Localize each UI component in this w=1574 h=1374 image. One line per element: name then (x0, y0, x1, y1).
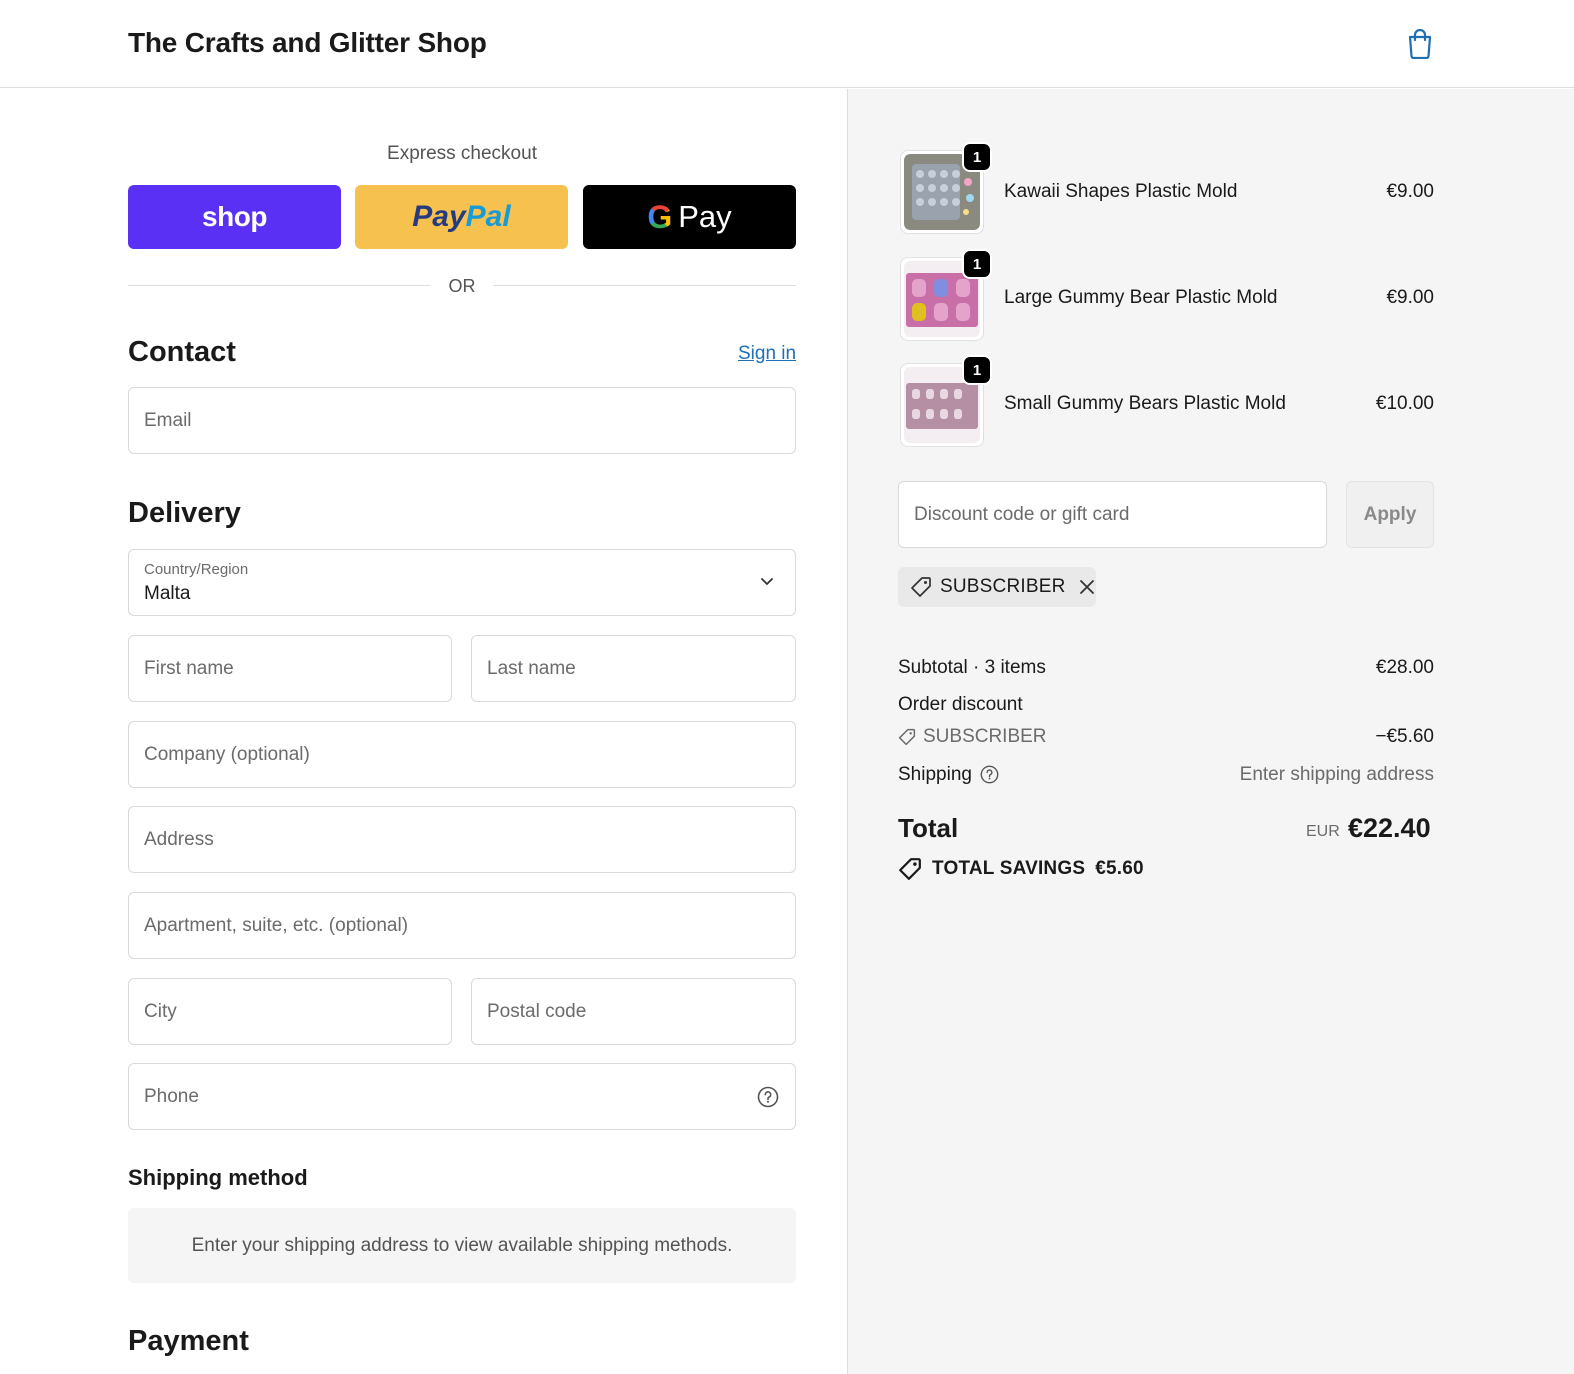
shop-name[interactable]: The Crafts and Glitter Shop (128, 27, 487, 59)
delivery-title: Delivery (128, 497, 241, 529)
subtotal-value: €28.00 (1375, 657, 1434, 678)
city-placeholder: City (144, 1001, 177, 1022)
summary-discount-code: SUBSCRIBER (923, 726, 1047, 747)
item-name: Small Gummy Bears Plastic Mold (1004, 393, 1286, 414)
order-discount-row: Order discount (898, 694, 1434, 716)
last-name-placeholder: Last name (487, 658, 576, 679)
quantity-badge: 1 (962, 249, 992, 279)
paypal-label-part2: Pal (465, 200, 511, 233)
postal-code-placeholder: Postal code (487, 1001, 587, 1022)
address-field[interactable]: Address (128, 806, 796, 873)
postal-code-field[interactable]: Postal code (471, 978, 796, 1045)
help-circle-icon[interactable] (757, 1086, 779, 1108)
tag-icon (899, 858, 921, 880)
company-field[interactable]: Company (optional) (128, 721, 796, 788)
contact-title: Contact (128, 336, 236, 368)
discount-code-field[interactable]: Discount code or gift card (898, 481, 1327, 548)
or-label: OR (448, 276, 476, 296)
company-placeholder: Company (optional) (144, 744, 310, 765)
item-price: €9.00 (1386, 181, 1434, 202)
last-name-field[interactable]: Last name (471, 635, 796, 702)
country-select[interactable]: Country/Region Malta (128, 549, 796, 616)
first-name-field[interactable]: First name (128, 635, 452, 702)
subtotal-label: Subtotal · 3 items (898, 657, 1046, 678)
total-value: €22.40 (1348, 813, 1431, 843)
chevron-down-icon (761, 578, 773, 585)
applied-discount-chip: SUBSCRIBER (898, 567, 1096, 607)
total-currency: EUR (1306, 823, 1340, 840)
help-circle-icon[interactable] (980, 765, 999, 784)
shipping-row: Shipping Enter shipping address (898, 764, 1434, 786)
apartment-placeholder: Apartment, suite, etc. (optional) (144, 915, 409, 936)
tag-icon (911, 577, 931, 597)
shop-pay-label: shop (202, 201, 267, 232)
paypal-label-part1: Pay (412, 200, 466, 233)
express-checkout-label: Express checkout (387, 143, 537, 164)
sign-in-link[interactable]: Sign in (738, 343, 796, 365)
google-pay-label: Pay (678, 199, 732, 234)
city-field[interactable]: City (128, 978, 452, 1045)
order-discount-label: Order discount (898, 694, 1023, 715)
item-price: €9.00 (1386, 287, 1434, 308)
email-field[interactable]: Email (128, 387, 796, 454)
shipping-label: Shipping (898, 764, 972, 785)
savings-value: €5.60 (1095, 858, 1144, 879)
item-name: Kawaii Shapes Plastic Mold (1004, 181, 1238, 202)
total-savings: TOTAL SAVINGS €5.60 (898, 857, 1144, 881)
email-placeholder: Email (144, 410, 192, 431)
shipping-method-message: Enter your shipping address to view avai… (128, 1208, 796, 1283)
or-divider-right (493, 285, 796, 286)
tag-icon (898, 728, 916, 746)
first-name-placeholder: First name (144, 658, 234, 679)
item-price: €10.00 (1375, 393, 1434, 414)
phone-field[interactable]: Phone (128, 1063, 796, 1130)
shop-pay-button[interactable]: shop (128, 185, 341, 249)
total-label: Total (898, 813, 959, 843)
or-divider-left (128, 285, 430, 286)
payment-title: Payment (128, 1325, 249, 1357)
apartment-field[interactable]: Apartment, suite, etc. (optional) (128, 892, 796, 959)
remove-discount-icon[interactable] (1078, 578, 1096, 596)
phone-placeholder: Phone (144, 1086, 199, 1107)
discount-value: −€5.60 (1375, 726, 1434, 747)
quantity-badge: 1 (962, 355, 992, 385)
country-value: Malta (144, 583, 191, 604)
shipping-method-title: Shipping method (128, 1165, 308, 1190)
shipping-value: Enter shipping address (1239, 764, 1434, 785)
item-name: Large Gummy Bear Plastic Mold (1004, 287, 1278, 308)
apply-discount-button[interactable]: Apply (1346, 481, 1434, 548)
applied-discount-code: SUBSCRIBER (940, 576, 1066, 597)
paypal-button[interactable]: Pay Pal (355, 185, 568, 249)
address-placeholder: Address (144, 829, 214, 850)
shopping-bag-icon[interactable] (1405, 27, 1435, 59)
country-label: Country/Region (144, 561, 249, 578)
subtotal-row: Subtotal · 3 items €28.00 (898, 657, 1434, 679)
google-g-icon: G (647, 198, 673, 235)
discount-placeholder: Discount code or gift card (914, 504, 1130, 525)
quantity-badge: 1 (962, 142, 992, 172)
header: The Crafts and Glitter Shop (0, 0, 1574, 88)
savings-label: TOTAL SAVINGS (932, 858, 1086, 879)
google-pay-button[interactable]: G Pay (583, 185, 796, 249)
